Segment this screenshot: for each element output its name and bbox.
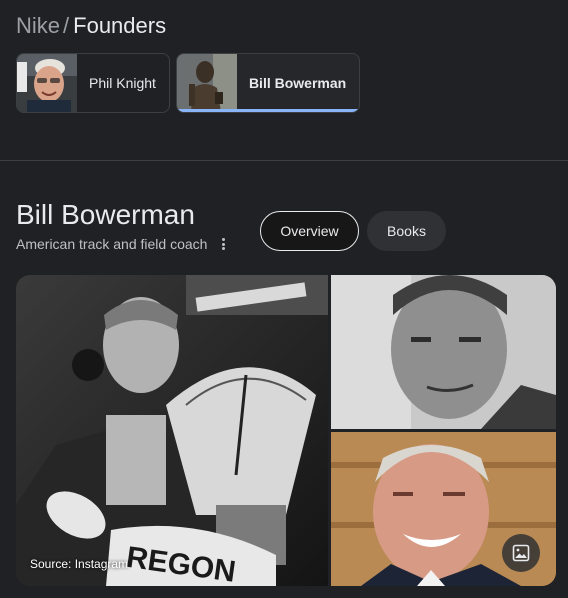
portrait-photo-bw[interactable] [331,275,556,429]
chip-phil-knight[interactable]: Phil Knight [16,53,170,113]
founders-chips: Phil Knight Bill Bowerman [16,53,361,113]
entity-title: Bill Bowerman [16,199,195,230]
chip-label: Phil Knight [89,75,156,91]
image-icon[interactable] [502,534,540,572]
chip-bill-bowerman[interactable]: Bill Bowerman [175,53,361,113]
breadcrumb-separator: / [63,13,70,38]
image-source-caption: Source: Instagram [30,557,129,571]
entity-description: American track and field coach [16,236,208,252]
breadcrumb-parent[interactable]: Nike [16,12,60,40]
breadcrumb: Nike / Founders [16,12,166,40]
tab-books[interactable]: Books [367,211,446,251]
tab-overview[interactable]: Overview [260,211,359,251]
image-gallery: REGON Source: Instagram [16,275,556,586]
breadcrumb-current: Founders [73,13,167,38]
phil-knight-thumbnail [17,54,77,112]
bill-bowerman-thumbnail [176,54,237,112]
more-vert-icon[interactable] [217,236,229,252]
chip-label: Bill Bowerman [248,75,347,91]
main-photo[interactable]: REGON Source: Instagram [16,275,328,586]
entity-subtitle-row: American track and field coach [16,236,229,252]
section-divider [0,160,568,161]
